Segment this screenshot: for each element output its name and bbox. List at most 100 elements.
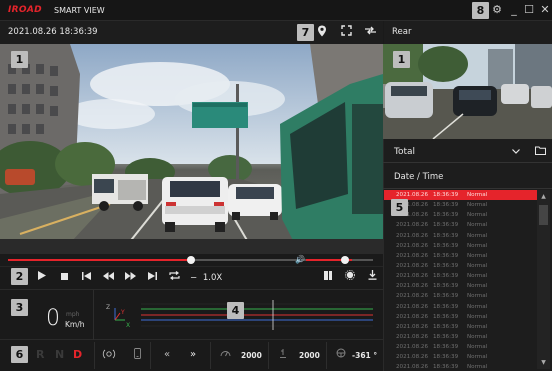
swap-icon[interactable] [362, 25, 378, 39]
badge-2: 2 [11, 268, 28, 285]
file-time: 18:36:39 [433, 303, 459, 310]
file-time: 18:36:39 [433, 313, 459, 320]
file-time: 18:36:39 [433, 364, 459, 369]
file-date: 2021.08.26 [396, 262, 429, 269]
file-list-item[interactable]: 2021.08.26 18:36:39 Normal [384, 251, 537, 261]
file-list-item[interactable]: 2021.08.26 18:36:39 Normal [384, 312, 537, 322]
file-time: 18:36:39 [433, 323, 459, 330]
file-list-item[interactable]: 2021.08.26 18:36:39 Normal [384, 241, 537, 251]
file-list-item[interactable]: 2021.08.26 18:36:39 Normal [384, 231, 537, 241]
gear-neutral: N [55, 348, 65, 361]
file-type: Normal [467, 202, 488, 209]
file-time: 18:36:39 [433, 252, 459, 259]
phone-icon [130, 348, 144, 362]
file-time: 18:36:39 [433, 222, 459, 229]
file-date: 2021.08.26 [396, 344, 429, 351]
steering-icon [334, 348, 348, 362]
file-type: Normal [467, 212, 488, 219]
file-time: 18:36:39 [433, 212, 459, 219]
file-date: 2021.08.26 [396, 242, 429, 249]
file-time: 18:36:39 [433, 283, 459, 290]
badge-1-front: 1 [11, 51, 28, 68]
file-type: Normal [467, 273, 488, 280]
file-type: Normal [467, 293, 488, 300]
file-type: Normal [467, 283, 488, 290]
speed-unit-kmh: Km/h [65, 320, 85, 329]
split-icon[interactable] [320, 270, 336, 286]
rpm-icon [218, 348, 232, 362]
file-list-item[interactable]: 2021.08.26 18:36:39 Normal [384, 220, 537, 230]
temperature-value: 2000 [299, 351, 320, 360]
file-list-item[interactable]: 2021.08.26 18:36:39 Normal [384, 281, 537, 291]
volume-icon[interactable]: 🔊 [295, 255, 305, 265]
divider [210, 342, 211, 369]
file-time: 18:36:39 [433, 262, 459, 269]
fast-forward-icon[interactable] [122, 270, 138, 286]
file-list: 2021.08.26 18:36:39 Normal 2021.08.26 18:36:… [384, 190, 537, 369]
scroll-down-icon[interactable]: ▼ [539, 358, 548, 367]
front-camera-video[interactable] [0, 44, 383, 254]
file-time: 18:36:39 [433, 293, 459, 300]
skip-end-icon[interactable] [144, 270, 160, 286]
maximize-icon[interactable]: ☐ [522, 3, 536, 17]
divider [268, 342, 269, 369]
repeat-icon[interactable] [166, 270, 182, 286]
badge-4: 4 [227, 302, 244, 319]
folder-icon[interactable] [533, 146, 547, 158]
skip-start-icon[interactable] [78, 270, 94, 286]
close-icon[interactable]: ✕ [538, 3, 552, 17]
file-list-item[interactable]: 2021.08.26 18:36:39 Normal [384, 302, 537, 312]
stop-icon[interactable] [56, 270, 72, 286]
speed-decrease-button[interactable]: − [190, 273, 197, 283]
file-list-item[interactable]: 2021.08.26 18:36:39 Normal [384, 322, 537, 332]
file-time: 18:36:39 [433, 333, 459, 340]
file-time: 18:36:39 [433, 232, 459, 239]
file-time: 18:36:39 [433, 344, 459, 351]
steering-angle-value: -361 ° [352, 351, 378, 360]
divider [94, 342, 95, 369]
scroll-up-icon[interactable]: ▲ [539, 192, 548, 201]
file-list-item[interactable]: 2021.08.26 18:36:39 Normal [384, 342, 537, 352]
gear-icon[interactable]: ⚙ [490, 3, 504, 17]
axis-z-label: Z [106, 304, 110, 311]
rewind-icon[interactable] [100, 270, 116, 286]
file-type: Normal [467, 262, 488, 269]
video-datetime: 2021.08.26 18:36:39 [8, 27, 98, 37]
scrollbar-thumb[interactable] [539, 205, 548, 225]
file-list-item[interactable]: 2021.08.26 18:36:39 Normal [384, 352, 537, 362]
file-list-item[interactable]: 2021.08.26 18:36:39 Normal [384, 291, 537, 301]
front-camera-scene [0, 44, 383, 254]
file-type: Normal [467, 232, 488, 239]
file-filter-value: Total [394, 147, 416, 157]
play-icon[interactable] [34, 270, 50, 286]
file-type: Normal [467, 354, 488, 361]
file-date: 2021.08.26 [396, 252, 429, 259]
brightness-icon[interactable] [342, 270, 358, 286]
file-type: Normal [467, 192, 488, 198]
minimize-icon[interactable]: _ [507, 3, 521, 17]
badge-8: 8 [472, 2, 489, 19]
file-type: Normal [467, 333, 488, 340]
map-pin-icon[interactable] [314, 25, 330, 39]
file-date: 2021.08.26 [396, 222, 429, 229]
file-type: Normal [467, 364, 488, 369]
file-list-item[interactable]: 2021.08.26 18:36:39 Normal [384, 362, 537, 369]
divider [150, 342, 151, 369]
app-title: SMART VIEW [54, 6, 105, 15]
download-icon[interactable] [364, 270, 380, 286]
file-list-item[interactable]: 2021.08.26 18:36:39 Normal [384, 271, 537, 281]
file-date: 2021.08.26 [396, 232, 429, 239]
chevron-down-icon[interactable] [510, 146, 522, 158]
file-list-item[interactable]: 2021.08.26 18:36:39 Normal [384, 261, 537, 271]
file-date: 2021.08.26 [396, 303, 429, 310]
file-list-column-datetime: Date / Time [394, 172, 444, 182]
file-type: Normal [467, 252, 488, 259]
seek-handle[interactable] [186, 256, 195, 264]
fullscreen-icon[interactable] [338, 25, 354, 39]
speed-value: 0 [46, 306, 60, 331]
right-turn-icon: » [189, 349, 197, 360]
axis-x-label: X [126, 322, 130, 329]
file-date: 2021.08.26 [396, 333, 429, 340]
file-list-item[interactable]: 2021.08.26 18:36:39 Normal [384, 332, 537, 342]
gear-drive: D [73, 348, 83, 361]
